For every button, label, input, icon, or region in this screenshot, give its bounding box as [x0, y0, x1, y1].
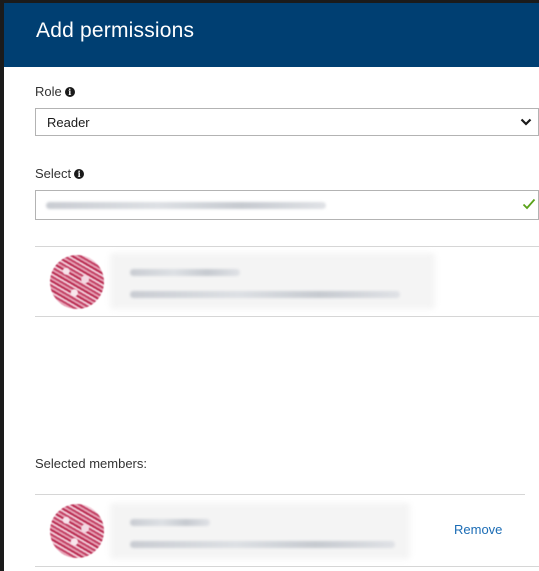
result-name-obscured: [130, 269, 240, 276]
remove-member-button[interactable]: Remove: [454, 522, 502, 537]
role-label: Role: [35, 84, 62, 99]
avatar: [50, 504, 104, 558]
results-bottom-divider: [35, 316, 539, 317]
member-email-obscured: [130, 541, 395, 548]
role-dropdown[interactable]: Reader: [35, 108, 539, 136]
add-permissions-blade: Add permissions Role i Reader Select i S…: [0, 0, 539, 571]
search-result-item[interactable]: [35, 247, 539, 316]
info-icon[interactable]: i: [74, 168, 85, 179]
checkmark-icon: [522, 198, 536, 210]
blade-header: Add permissions: [4, 3, 539, 67]
avatar: [50, 255, 104, 309]
selected-member-row: Remove: [35, 495, 539, 567]
select-input[interactable]: [35, 190, 539, 220]
role-label-group: Role i: [35, 84, 75, 99]
member-name-obscured: [130, 519, 210, 526]
chevron-down-icon[interactable]: [520, 117, 532, 127]
info-icon[interactable]: i: [64, 86, 75, 97]
role-selected-value: Reader: [47, 115, 90, 130]
members-bottom-divider: [35, 566, 539, 567]
select-input-value-obscured: [46, 202, 326, 209]
result-email-obscured: [130, 291, 400, 298]
selected-members-label: Selected members:: [35, 456, 147, 471]
result-highlight: [110, 253, 435, 309]
select-label-group: Select i: [35, 166, 85, 181]
page-title: Add permissions: [36, 19, 195, 42]
window-left-border: [0, 0, 4, 571]
select-label: Select: [35, 166, 72, 181]
member-highlight: [110, 503, 410, 559]
